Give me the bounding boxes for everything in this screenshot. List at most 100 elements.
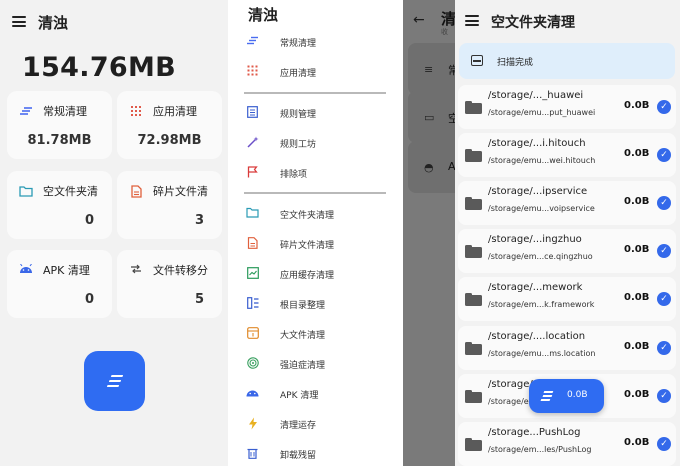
drawer-item-regular-clean[interactable]: 常规清理	[228, 30, 403, 54]
folder-size: 0.0B	[624, 437, 650, 448]
drawer-item-fragment-file-clean[interactable]: 碎片文件清理	[228, 232, 403, 256]
drawer-item-label: 规则管理	[280, 110, 317, 120]
card-label: 常规清理	[43, 105, 87, 118]
app-root: 清浊 154.76MB 常规清理 81.78MB 应用清理 72.98MB 空文…	[0, 0, 680, 466]
wand-icon	[246, 136, 259, 149]
android-icon	[19, 263, 33, 276]
folder-path: /storage/...mework	[488, 282, 583, 293]
check-icon[interactable]: ✓	[657, 100, 671, 114]
drawer-item-rule-management[interactable]: 规则管理	[228, 101, 403, 125]
folder-size: 0.0B	[624, 100, 650, 111]
card-app-clean[interactable]: 应用清理 72.98MB	[117, 91, 222, 159]
drawer-item-label: 清理运存	[280, 421, 317, 431]
drawer-item-label: APK 清理	[280, 391, 319, 401]
card-empty-folder-clean[interactable]: 空文件夹清 0	[7, 171, 112, 239]
card-value: 5	[194, 292, 204, 307]
folder-full-path: /storage/em...ce.qingzhuo	[488, 252, 593, 261]
folder-icon	[465, 101, 482, 114]
drawer-item-exclusions[interactable]: 排除项	[228, 161, 403, 185]
drawer-item-label: 空文件夹清理	[280, 211, 335, 221]
columns-icon	[246, 297, 259, 310]
folder-size: 0.0B	[624, 341, 650, 352]
drawer-item-label: 碎片文件清理	[280, 241, 335, 251]
card-label: APK 清理	[43, 264, 90, 277]
folder-icon	[465, 197, 482, 210]
drawer-item-rule-workshop[interactable]: 规则工坊	[228, 131, 403, 155]
folder-row[interactable]: /storage/..._huawei /storage/emu...put_h…	[458, 85, 676, 129]
drawer-item-app-cache-clean[interactable]: 应用缓存清理	[228, 262, 403, 286]
folder-icon	[465, 245, 482, 258]
check-icon[interactable]: ✓	[657, 196, 671, 210]
drawer-item-label: 应用清理	[280, 69, 317, 79]
drawer-item-ram-clean[interactable]: 清理运存	[228, 412, 403, 436]
card-label: 文件转移分	[153, 264, 208, 277]
folder-path: /storage/	[488, 379, 533, 390]
card-value: 0	[84, 213, 94, 228]
folder-icon	[465, 342, 482, 355]
dimmed-background-screen[interactable]: ← 清 收 ≡ 常 ▭ 空 ◓ A	[403, 0, 455, 466]
card-value: 0	[84, 292, 94, 307]
lines-icon	[246, 35, 259, 48]
folder-full-path: /storage/emu...wei.hitouch	[488, 156, 596, 165]
check-icon[interactable]: ✓	[657, 389, 671, 403]
main-screen: 清浊 154.76MB 常规清理 81.78MB 应用清理 72.98MB 空文…	[0, 0, 228, 466]
target-icon	[246, 357, 259, 370]
drawer-item-apk-clean[interactable]: APK 清理	[228, 382, 403, 406]
drawer-item-label: 规则工坊	[280, 140, 317, 150]
drawer-item-label: 根目录整理	[280, 301, 326, 311]
card-regular-clean[interactable]: 常规清理 81.78MB	[7, 91, 112, 159]
folder-path: /storage/...i.hitouch	[488, 138, 586, 149]
trash-icon	[246, 447, 259, 460]
drawer-divider	[244, 192, 386, 194]
lines-icon	[540, 391, 554, 401]
folder-full-path: /storage/em...les/PushLog	[488, 445, 592, 454]
list-icon	[246, 106, 259, 119]
folder-size: 0.0B	[624, 196, 650, 207]
check-icon[interactable]: ✓	[657, 437, 671, 451]
scan-status-banner: 扫描完成	[459, 43, 675, 79]
check-icon[interactable]: ✓	[657, 244, 671, 258]
check-icon[interactable]: ✓	[657, 292, 671, 306]
lines-icon: ≡	[424, 63, 434, 76]
menu-icon[interactable]	[12, 16, 26, 27]
drawer-item-ocd-clean[interactable]: 强迫症清理	[228, 352, 403, 376]
folder-row[interactable]: /storage...PushLog /storage/em...les/Pus…	[458, 422, 676, 466]
drawer-item-app-clean[interactable]: 应用清理	[228, 60, 403, 84]
drawer-item-root-organize[interactable]: 根目录整理	[228, 292, 403, 316]
clean-fab-button[interactable]	[84, 351, 145, 411]
card-file-transfer[interactable]: 文件转移分 5	[117, 250, 222, 318]
background-row-label: 常	[448, 64, 455, 77]
folder-full-path: /storage/em...k.framework	[488, 300, 595, 309]
bolt-icon	[246, 417, 259, 430]
file-icon	[246, 237, 259, 250]
folder-row[interactable]: /storage/....location /storage/emu...ms.…	[458, 326, 676, 370]
folder-path: /storage/...ipservice	[488, 186, 588, 197]
folder-path: /storage...PushLog	[488, 427, 581, 438]
check-icon[interactable]: ✓	[657, 341, 671, 355]
background-row: ≡ 常	[408, 43, 455, 95]
drawer-item-large-file-clean[interactable]: 大文件清理	[228, 322, 403, 346]
folder-row[interactable]: /storage/...ingzhuo /storage/em...ce.qin…	[458, 229, 676, 273]
folder-size: 0.0B	[624, 244, 650, 255]
drawer-divider	[244, 92, 386, 94]
folder-row[interactable]: /storage/...i.hitouch /storage/emu...wei…	[458, 133, 676, 177]
drawer-item-uninstall-residue[interactable]: 卸载残留	[228, 442, 403, 466]
background-row: ▭ 空	[408, 91, 455, 143]
check-icon[interactable]: ✓	[657, 148, 671, 162]
background-row: ◓ A	[408, 141, 455, 193]
folder-row[interactable]: /storage/...mework /storage/em...k.frame…	[458, 277, 676, 321]
grid-icon	[246, 65, 259, 78]
card-apk-clean[interactable]: APK 清理 0	[7, 250, 112, 318]
menu-icon[interactable]	[465, 15, 479, 26]
lines-icon	[19, 105, 33, 117]
chart-icon	[246, 267, 259, 280]
background-row-label: 空	[448, 112, 455, 125]
drawer-item-empty-folder-clean[interactable]: 空文件夹清理	[228, 202, 403, 226]
scan-status-text: 扫描完成	[497, 58, 534, 68]
card-value: 3	[194, 213, 204, 228]
folder-row[interactable]: /storage/...ipservice /storage/emu...voi…	[458, 181, 676, 225]
folder-icon	[19, 185, 33, 197]
folder-icon	[465, 149, 482, 162]
card-fragment-file-clean[interactable]: 碎片文件清 3	[117, 171, 222, 239]
clean-selected-button[interactable]: 0.0B	[529, 379, 604, 413]
